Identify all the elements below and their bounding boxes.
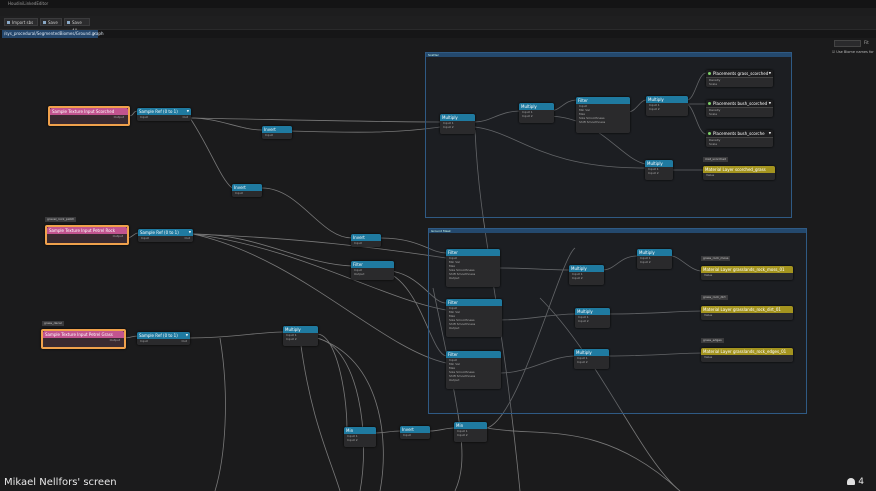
app-window: HoudiniLinkedEditor File Edit Evaluate V… <box>0 0 876 491</box>
node-tag: grass_rock_moss <box>701 256 731 261</box>
node-filter-b2[interactable]: Filter Input Min Val Max Size Smoothness… <box>446 299 502 337</box>
right-panel: Fit ☑ Use Biome names for <box>830 38 876 78</box>
node-tag: mat_scorched <box>703 157 728 162</box>
node-tag: grass_rock_dirt <box>701 295 728 300</box>
node-title: Sample Texture Input Petrel Grass <box>43 331 124 338</box>
node-invert-4[interactable]: Invert Input <box>400 426 430 439</box>
node-texture-input-scorched[interactable]: Sample Texture Input Scorched Output <box>48 106 130 126</box>
status-dot-icon <box>708 102 711 105</box>
node-placements-grass-scorched[interactable]: Placements grass_scorched ▼ Density Scale <box>706 70 773 87</box>
port-label: Output <box>112 234 123 238</box>
save-button[interactable]: Save <box>40 18 62 26</box>
chevron-down-icon[interactable]: ▼ <box>187 108 189 115</box>
search-input[interactable] <box>834 40 861 47</box>
group-header: Scatter <box>426 53 791 57</box>
people-icon <box>847 478 856 485</box>
node-placements-bush-scorched[interactable]: Placements bush_scorched ▼ Density Scale <box>706 100 773 117</box>
node-placements-bush-scorched-2[interactable]: Placements bush_scorche ▼ Density Scale <box>706 130 773 147</box>
node-sample-ref-2[interactable]: Sample Ref (0 to 1) ▼ Input Out <box>138 229 193 242</box>
participants-count[interactable]: 4 <box>847 477 864 487</box>
node-texture-input-petrel-rock[interactable]: Sample Texture Input Petrel Rock Output <box>45 225 129 245</box>
node-title: Sample Texture Input Scorched <box>50 108 128 115</box>
node-material-layer-rock-dirt[interactable]: Material Layer grasslands_rock_dirt_01 V… <box>701 306 793 320</box>
node-material-layer-scorched-grass[interactable]: Material Layer scorched_grass Value <box>703 166 775 180</box>
node-multiply-mid[interactable]: Multiply Input 1 Input 2 <box>283 326 318 346</box>
node-filter-b3[interactable]: Filter Input Min Val Max Size Smoothness… <box>446 351 501 389</box>
status-dot-icon <box>708 132 711 135</box>
status-dot-icon <box>708 72 711 75</box>
save-icon <box>43 21 46 24</box>
chevron-down-icon[interactable]: ▼ <box>186 332 188 339</box>
node-tag: gravel_rock_patch <box>45 217 77 222</box>
node-multiply-b2[interactable]: Multiply Input 1 Input 2 <box>637 249 672 269</box>
node-multiply-b3[interactable]: Multiply Input 1 Input 2 <box>575 308 610 328</box>
node-sample-ref-3[interactable]: Sample Ref (0 to 1) ▼ Input Out <box>137 332 190 345</box>
node-multiply-b1[interactable]: Multiply Input 1 Input 2 <box>569 265 604 285</box>
node-texture-input-petrel-grass[interactable]: Sample Texture Input Petrel Grass Output <box>41 329 126 349</box>
menu-bar: File Edit Evaluate Validate Generate Con… <box>0 8 876 24</box>
node-filter-b1[interactable]: Filter Input Min Val Max Size Smoothness… <box>446 249 500 287</box>
save-all-icon <box>67 21 70 24</box>
tab-graph[interactable]: /sys_procedural/SegmentedBiomes/Ground.g… <box>2 30 104 38</box>
title-bar: HoudiniLinkedEditor <box>0 0 876 8</box>
node-invert-2[interactable]: Invert Input <box>232 184 262 197</box>
chevron-down-icon[interactable]: ▼ <box>769 70 771 77</box>
node-multiply-a4[interactable]: Multiply Input 1 Input 2 <box>645 160 673 180</box>
node-filter-a[interactable]: Filter Input Min Val Max Size Smoothness… <box>576 97 630 133</box>
node-invert-1[interactable]: Invert Input <box>262 126 292 139</box>
graph-canvas[interactable]: Scatter Ground Mask Sample Texture Input… <box>0 38 876 491</box>
node-multiply-a3[interactable]: Multiply Input 1 Input 2 <box>646 96 688 116</box>
node-min-1[interactable]: Min Input 1 Input 2 <box>344 427 376 447</box>
fit-button[interactable]: Fit <box>864 40 869 45</box>
use-biome-names-checkbox[interactable]: ☑ Use Biome names for <box>832 50 874 54</box>
node-title: Sample Texture Input Petrel Rock <box>47 227 127 234</box>
port-label: Output <box>113 115 124 119</box>
import-button[interactable]: Import sbs <box>4 18 38 26</box>
node-min-2[interactable]: Min Input 1 Input 2 <box>454 422 487 442</box>
node-multiply-a2[interactable]: Multiply Input 1 Input 2 <box>519 103 554 123</box>
node-material-layer-rock-moss[interactable]: Material Layer grasslands_rock_moss_01 V… <box>701 266 793 280</box>
save-all-button[interactable]: Save All <box>64 18 90 33</box>
node-multiply-b4[interactable]: Multiply Input 1 Input 2 <box>574 349 609 369</box>
node-filter-mid[interactable]: Filter Input Output <box>351 261 394 280</box>
screen-share-label: Mikael Nellfors' screen <box>4 477 117 488</box>
window-title: HoudiniLinkedEditor <box>8 1 49 6</box>
node-tag: grass_edges <box>701 338 724 343</box>
node-invert-3[interactable]: Invert Input <box>351 234 381 247</box>
tab-bar: /sys_procedural/SegmentedBiomes/Ground.g… <box>0 30 876 38</box>
group-header: Ground Mask <box>429 229 806 233</box>
port-label: Output <box>109 338 120 342</box>
import-icon <box>7 21 10 24</box>
toolbar: Import sbs Save Save All <box>0 16 876 33</box>
node-tag: grass_decal <box>42 321 64 326</box>
chevron-down-icon[interactable]: ▼ <box>769 130 771 137</box>
node-multiply-a1[interactable]: Multiply Input 1 Input 2 <box>440 114 475 134</box>
chevron-down-icon[interactable]: ▼ <box>189 229 191 236</box>
close-icon[interactable]: × <box>93 30 96 38</box>
node-material-layer-rock-edges[interactable]: Material Layer grasslands_rock_edges_01 … <box>701 348 793 362</box>
chevron-down-icon[interactable]: ▼ <box>769 100 771 107</box>
node-sample-ref-1[interactable]: Sample Ref (0 to 1) ▼ Input Out <box>137 108 191 121</box>
